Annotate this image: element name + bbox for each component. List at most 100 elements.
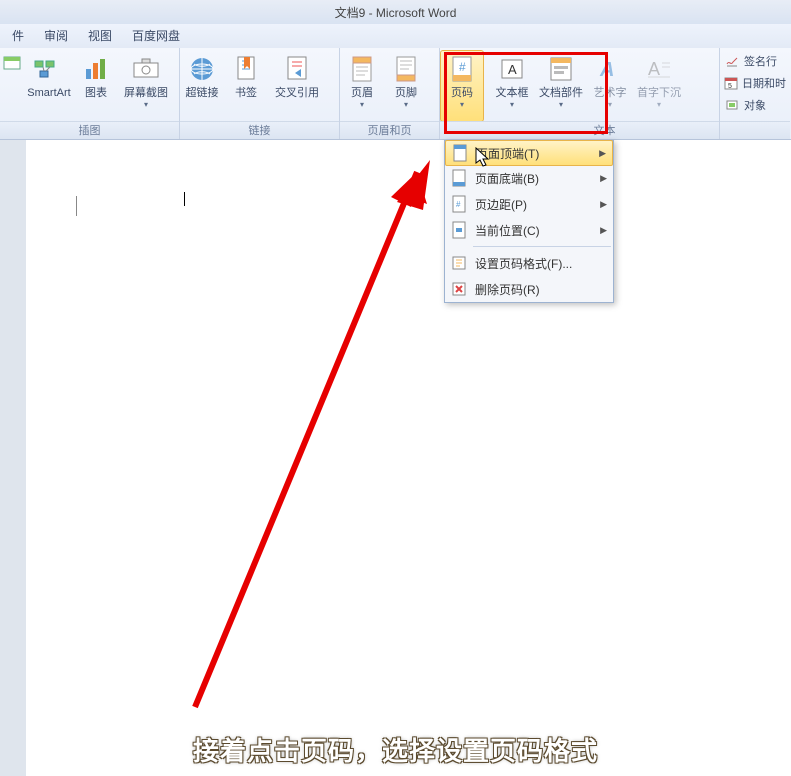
dropcap-button[interactable]: A 首字下沉 ▾ bbox=[632, 50, 686, 122]
screenshot-button[interactable]: 屏幕截图 ▾ bbox=[118, 50, 174, 122]
dropdown-arrow-icon: ▾ bbox=[510, 100, 514, 109]
smartart-icon bbox=[33, 53, 65, 85]
svg-text:#: # bbox=[456, 200, 461, 209]
submenu-arrow-icon: ▶ bbox=[600, 225, 607, 236]
dropcap-icon: A bbox=[643, 53, 675, 85]
pagenumber-icon: # bbox=[446, 53, 478, 85]
menu-page-margins[interactable]: # 页边距(P) ▶ bbox=[445, 191, 613, 217]
format-icon bbox=[449, 253, 469, 273]
crossref-label: 交叉引用 bbox=[275, 87, 319, 99]
object-button[interactable]: 对象 bbox=[724, 94, 786, 116]
menu-top-of-page[interactable]: 页面顶端(T) ▶ bbox=[445, 140, 613, 166]
partial-button[interactable] bbox=[0, 50, 24, 122]
bookmark-icon bbox=[230, 53, 262, 85]
menu-bottom-of-page[interactable]: 页面底端(B) ▶ bbox=[445, 165, 613, 191]
smartart-button[interactable]: SmartArt bbox=[24, 50, 74, 122]
page-margin-mark bbox=[76, 196, 77, 216]
wordart-button[interactable]: A 艺术字 ▾ bbox=[588, 50, 632, 122]
dropdown-arrow-icon: ▾ bbox=[559, 100, 563, 109]
dropdown-arrow-icon: ▾ bbox=[608, 100, 612, 109]
signature-button[interactable]: 签名行 bbox=[724, 50, 786, 72]
header-icon bbox=[346, 53, 378, 85]
svg-text:A: A bbox=[599, 59, 614, 81]
quickparts-icon bbox=[545, 53, 577, 85]
crossref-button[interactable]: 交叉引用 bbox=[268, 50, 326, 122]
bookmark-button[interactable]: 书签 bbox=[224, 50, 268, 122]
hyperlink-label: 超链接 bbox=[186, 87, 219, 99]
tab-partial[interactable]: 件 bbox=[2, 24, 34, 48]
menu-current-position[interactable]: 当前位置(C) ▶ bbox=[445, 217, 613, 243]
pagenumber-label: 页码 bbox=[451, 87, 473, 99]
group-text: A 文本框 ▾ 文档部件 ▾ A 艺术字 ▾ A bbox=[490, 48, 720, 139]
svg-text:A: A bbox=[508, 62, 517, 77]
menu-format-page-numbers[interactable]: 设置页码格式(F)... bbox=[445, 250, 613, 276]
textbox-label: 文本框 bbox=[496, 87, 529, 99]
svg-text:5: 5 bbox=[728, 83, 732, 90]
footer-label: 页脚 bbox=[395, 87, 417, 99]
submenu-arrow-icon: ▶ bbox=[600, 199, 607, 210]
tab-review[interactable]: 审阅 bbox=[34, 24, 78, 48]
menu-current-label: 当前位置(C) bbox=[475, 222, 540, 239]
tab-view[interactable]: 视图 bbox=[78, 24, 122, 48]
dropdown-arrow-icon: ▾ bbox=[657, 100, 661, 109]
text-cursor bbox=[184, 192, 185, 206]
menu-top-label: 页面顶端(T) bbox=[476, 145, 539, 162]
menu-remove-page-numbers[interactable]: 删除页码(R) bbox=[445, 276, 613, 302]
chart-button[interactable]: 图表 bbox=[74, 50, 118, 122]
page-current-icon bbox=[449, 220, 469, 240]
object-icon bbox=[724, 97, 740, 113]
submenu-arrow-icon: ▶ bbox=[599, 148, 606, 159]
footer-icon bbox=[390, 53, 422, 85]
datetime-label: 日期和时 bbox=[742, 75, 786, 91]
group-illustrations: SmartArt 图表 屏幕截图 ▾ 插图 bbox=[0, 48, 180, 139]
menu-remove-label: 删除页码(R) bbox=[475, 281, 540, 298]
crossref-icon bbox=[281, 53, 313, 85]
pagenumber-dropdown: 页面顶端(T) ▶ 页面底端(B) ▶ # 页边距(P) ▶ 当前位置(C) ▶… bbox=[444, 140, 614, 303]
screenshot-icon bbox=[130, 53, 162, 85]
smartart-label: SmartArt bbox=[27, 87, 70, 99]
header-label: 页眉 bbox=[351, 87, 373, 99]
dropdown-arrow-icon: ▾ bbox=[360, 100, 364, 109]
header-button[interactable]: 页眉 ▾ bbox=[340, 50, 384, 122]
group-text-extra: 签名行 5 日期和时 对象 bbox=[720, 48, 790, 139]
signature-label: 签名行 bbox=[744, 53, 777, 69]
window-title: 文档9 - Microsoft Word bbox=[335, 4, 457, 21]
textbox-icon: A bbox=[496, 53, 528, 85]
remove-icon bbox=[449, 279, 469, 299]
textbox-button[interactable]: A 文本框 ▾ bbox=[490, 50, 534, 122]
hyperlink-button[interactable]: 超链接 bbox=[180, 50, 224, 122]
tutorial-caption: 接着点击页码，选择设置页码格式 bbox=[0, 731, 791, 768]
wordart-label: 艺术字 bbox=[594, 87, 627, 99]
dropdown-arrow-icon: ▾ bbox=[144, 100, 148, 109]
dropdown-arrow-icon: ▾ bbox=[404, 100, 408, 109]
datetime-button[interactable]: 5 日期和时 bbox=[724, 72, 786, 94]
quickparts-label: 文档部件 bbox=[539, 87, 583, 99]
screenshot-label: 屏幕截图 bbox=[124, 87, 168, 99]
svg-text:A: A bbox=[648, 59, 660, 79]
left-gutter bbox=[0, 140, 26, 776]
signature-icon bbox=[724, 53, 740, 69]
page-bottom-icon bbox=[449, 168, 469, 188]
menu-separator bbox=[473, 246, 611, 247]
tab-baidu[interactable]: 百度网盘 bbox=[122, 24, 190, 48]
group-links: 超链接 书签 交叉引用 链接 bbox=[180, 48, 340, 139]
quickparts-button[interactable]: 文档部件 ▾ bbox=[534, 50, 588, 122]
object-label: 对象 bbox=[744, 97, 766, 113]
hyperlink-icon bbox=[186, 53, 218, 85]
group-headerfooter: 页眉 ▾ 页脚 ▾ 页眉和页 bbox=[340, 48, 440, 139]
bookmark-label: 书签 bbox=[235, 87, 257, 99]
chart-icon bbox=[80, 53, 112, 85]
ribbon: SmartArt 图表 屏幕截图 ▾ 插图 bbox=[0, 48, 791, 140]
dropdown-arrow-icon: ▾ bbox=[460, 100, 464, 109]
menu-margins-label: 页边距(P) bbox=[475, 196, 527, 213]
menu-format-label: 设置页码格式(F)... bbox=[475, 255, 572, 272]
chart-label: 图表 bbox=[85, 87, 107, 99]
group-headerfooter-label: 页眉和页 bbox=[340, 121, 439, 139]
pagenum-group: # 页码 ▾ bbox=[440, 48, 490, 139]
pagenumber-button[interactable]: # 页码 ▾ bbox=[440, 50, 484, 122]
footer-button[interactable]: 页脚 ▾ bbox=[384, 50, 428, 122]
group-links-label: 链接 bbox=[180, 121, 339, 139]
document-canvas[interactable] bbox=[26, 158, 791, 776]
svg-text:#: # bbox=[459, 60, 466, 74]
datetime-icon: 5 bbox=[724, 75, 738, 91]
